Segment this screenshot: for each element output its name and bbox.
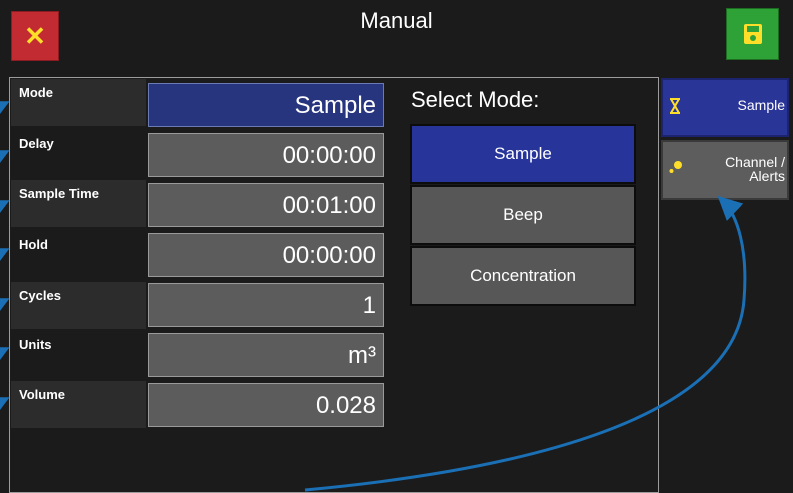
- delay-field[interactable]: 00:00:00: [148, 133, 384, 177]
- tab-channel-label-line2: Alerts: [749, 168, 785, 184]
- mode-option-beep[interactable]: Beep: [410, 185, 636, 245]
- field-label-delay: Delay: [19, 136, 54, 151]
- select-mode-title: Select Mode:: [411, 87, 540, 112]
- volume-field[interactable]: 0.028: [148, 383, 384, 427]
- mode-field[interactable]: Sample: [148, 83, 384, 127]
- save-icon: [743, 24, 762, 44]
- sample-time-field[interactable]: 00:01:00: [148, 183, 384, 227]
- field-label-mode: Mode: [11, 79, 146, 126]
- tab-sample[interactable]: Sample: [661, 78, 789, 137]
- tab-sample-label: Sample: [737, 97, 785, 113]
- field-label-sample-time: Sample Time: [11, 180, 146, 227]
- field-label-hold: Hold: [19, 237, 48, 252]
- hourglass-icon: [670, 98, 680, 114]
- mode-option-concentration[interactable]: Concentration: [410, 246, 636, 306]
- field-label-cycles: Cycles: [11, 282, 146, 329]
- save-button[interactable]: [726, 8, 779, 60]
- mode-option-sample[interactable]: Sample: [410, 124, 636, 184]
- page-title: Manual: [360, 8, 433, 33]
- tab-channel-label-line1: Channel /: [725, 154, 785, 170]
- hold-field[interactable]: 00:00:00: [148, 233, 384, 277]
- tab-channel-alerts-label: Channel / Alerts: [725, 155, 785, 183]
- field-label-units: Units: [19, 337, 52, 352]
- cycles-field[interactable]: 1: [148, 283, 384, 327]
- dots-icon: [669, 161, 682, 173]
- field-label-volume: Volume: [11, 381, 146, 428]
- tab-channel-alerts[interactable]: Channel / Alerts: [661, 140, 789, 200]
- app-screen: ✕ Manual Mode Delay Sample Time Hold Cyc…: [0, 0, 793, 493]
- units-field[interactable]: m³: [148, 333, 384, 377]
